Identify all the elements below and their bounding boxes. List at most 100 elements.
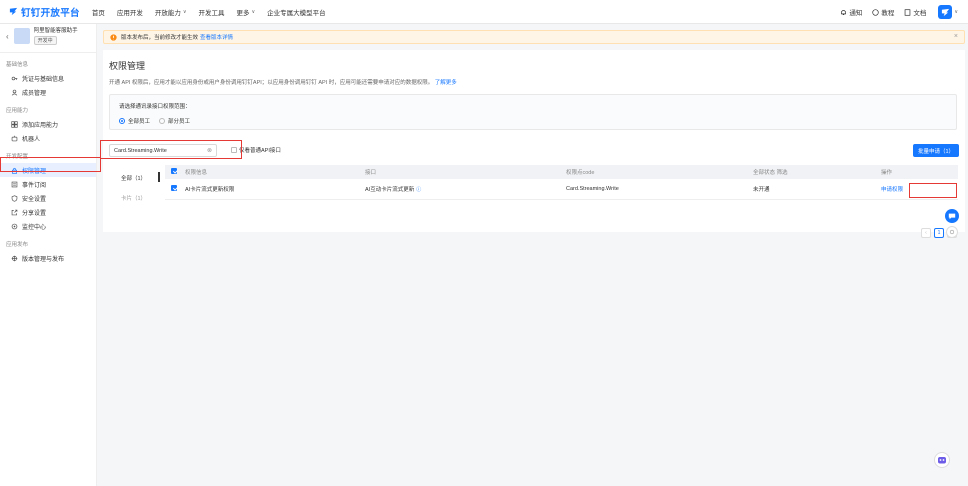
tutorial-button[interactable]: 教程 <box>872 7 894 17</box>
page-desc-text: 开通 API 权限后，应用才能以应用身份或用户身份调用钉钉API；以应用身份调用… <box>109 80 434 86</box>
docs-label: 文档 <box>913 10 927 17</box>
nav-open-capability[interactable]: 开放能力 ∨ <box>155 7 187 17</box>
nav-app-dev-label: 应用开发 <box>116 9 143 17</box>
learn-more-link[interactable]: 了解更多 <box>435 80 457 86</box>
select-all-checkbox[interactable] <box>171 168 177 174</box>
sidebar-item-robot[interactable]: 机器人 <box>0 131 96 145</box>
row-checkbox[interactable] <box>171 185 177 191</box>
sidebar-item-security[interactable]: 安全设置 <box>0 191 96 205</box>
nav-dev-tools-label: 开发工具 <box>198 9 225 17</box>
row-code: Card.Streaming.Write <box>566 186 619 192</box>
shield-icon <box>11 194 18 202</box>
nav-home-label: 首页 <box>91 9 105 17</box>
row-api: AI互动卡片流式更新 <box>365 187 415 193</box>
robot-icon <box>11 135 18 141</box>
row-checkbox-cell <box>165 185 185 193</box>
nav-more[interactable]: 更多 ∨ <box>236 7 255 17</box>
notice-link[interactable]: 查看版本详情 <box>200 33 233 41</box>
dingtalk-logo[interactable]: 钉钉开放平台 <box>9 5 80 19</box>
docs-button[interactable]: 文档 <box>904 7 926 17</box>
nav-more-label: 更多 <box>236 9 250 17</box>
sidebar-item-share[interactable]: 分享设置 <box>0 205 96 219</box>
share-icon <box>11 209 18 215</box>
batch-apply-button[interactable]: 批量申请（1） <box>912 144 959 157</box>
header-checkbox-cell <box>165 168 185 176</box>
nav-app-dev[interactable]: 应用开发 <box>117 7 143 17</box>
scope-label: 请选择通讯录接口权限范围： <box>119 104 191 110</box>
notice-text: 版本发布后，当前修改才能生效 <box>121 35 199 41</box>
user-icon <box>11 89 18 96</box>
page-description: 开通 API 权限后，应用才能以应用身份或用户身份调用钉钉API；以应用身份调用… <box>109 78 457 86</box>
scope-radio-group: 全部员工 部分员工 <box>119 117 199 125</box>
apply-permission-link[interactable]: 申请权限 <box>881 187 903 193</box>
header-op: 操作 <box>881 170 893 176</box>
permission-table: 权限信息 接口 权限点code 全部状态 筛选 操作 AI卡片流式更新权限 AI… <box>165 165 958 200</box>
app-card: ‹ 阿里智能客服助手 开发中 <box>0 24 96 48</box>
nav-home[interactable]: 首页 <box>92 7 105 17</box>
category-active-indicator <box>158 172 160 182</box>
close-icon[interactable]: × <box>954 33 958 40</box>
user-menu[interactable]: ∨ <box>938 5 958 19</box>
highlight-sidebar-permissions <box>0 157 101 172</box>
sidebar-item-label: 分享设置 <box>22 210 47 217</box>
nav-llm-platform[interactable]: 企业专属大模型平台 <box>267 7 326 17</box>
category-card[interactable]: 卡片（1） <box>109 188 159 208</box>
nav-llm-platform-label: 企业专属大模型平台 <box>267 9 326 17</box>
nav-dev-tools[interactable]: 开发工具 <box>198 7 224 17</box>
chevron-down-icon: ∨ <box>954 9 958 15</box>
sidebar-item-members[interactable]: 成员管理 <box>0 85 96 99</box>
tutorial-label: 教程 <box>881 10 895 17</box>
doc-icon <box>905 8 911 16</box>
page-title: 权限管理 <box>109 61 146 71</box>
header-code: 权限点code <box>566 170 595 176</box>
avatar <box>938 5 953 19</box>
chat-float-button[interactable] <box>945 209 959 223</box>
header-status-filter[interactable]: 全部状态 筛选 <box>753 168 881 176</box>
sidebar-item-label: 监控中心 <box>22 224 47 231</box>
sidebar-item-label: 成员管理 <box>22 90 47 97</box>
app-name: 阿里智能客服助手 <box>33 27 78 34</box>
info-icon[interactable]: ⓘ <box>416 187 421 193</box>
sidebar-item-credentials[interactable]: 凭证与基础信息 <box>0 71 96 85</box>
main-content: 版本发布后，当前修改才能生效 查看版本详情 × 权限管理 开通 API 权限后，… <box>103 30 965 238</box>
page-1-button[interactable]: 1 <box>934 228 944 238</box>
sidebar-item-label: 安全设置 <box>22 196 47 203</box>
feedback-float-button[interactable] <box>946 226 958 238</box>
event-icon <box>11 181 18 187</box>
sidebar-item-events[interactable]: 事件订阅 <box>0 177 96 191</box>
radio-all-employees[interactable] <box>119 118 125 124</box>
key-icon <box>11 76 18 80</box>
main-nav: 首页 应用开发 开放能力 ∨ 开发工具 更多 ∨ 企业专属大模型平台 <box>92 7 338 17</box>
radio-partial-employees-label[interactable]: 部分员工 <box>168 117 190 125</box>
back-arrow-icon[interactable]: ‹ <box>6 32 9 41</box>
sidebar-group-capability: 应用能力 <box>6 108 29 114</box>
version-icon <box>11 255 18 261</box>
chat-bubble-icon <box>948 213 956 220</box>
category-list: 全部（1） 卡片（1） <box>109 168 159 228</box>
sidebar-item-add-capability[interactable]: 添加应用能力 <box>0 117 96 131</box>
radio-partial-employees[interactable] <box>159 118 166 124</box>
monitor-icon <box>11 223 18 229</box>
ai-assistant-float-button[interactable] <box>934 452 950 468</box>
sidebar: ‹ 阿里智能客服助手 开发中 基础信息 凭证与基础信息 成员管理 应用能力 添加… <box>0 24 97 486</box>
sidebar-item-label: 添加应用能力 <box>22 122 59 129</box>
top-nav-bar: 钉钉开放平台 首页 应用开发 开放能力 ∨ 开发工具 更多 ∨ 企业专属大模型平台 … <box>0 0 968 24</box>
chevron-down-icon: ∨ <box>251 8 256 15</box>
prev-page-button[interactable]: ‹ <box>921 228 931 238</box>
sidebar-item-label: 版本管理与发布 <box>22 256 65 263</box>
row-api-cell: AI互动卡片流式更新 ⓘ <box>365 185 566 193</box>
feedback-icon <box>949 229 955 235</box>
highlight-search-input <box>100 140 242 159</box>
sidebar-item-monitor[interactable]: 监控中心 <box>0 219 96 233</box>
notify-button[interactable]: 通知 <box>840 7 862 17</box>
sidebar-item-versions[interactable]: 版本管理与发布 <box>0 251 96 265</box>
sidebar-item-label: 凭证与基础信息 <box>22 76 65 83</box>
app-icon <box>13 28 30 44</box>
sidebar-group-basic: 基础信息 <box>6 62 29 68</box>
dingtalk-logo-icon <box>9 7 18 16</box>
category-all[interactable]: 全部（1） <box>109 168 159 188</box>
sidebar-group-release: 应用发布 <box>6 242 29 248</box>
radio-all-employees-label[interactable]: 全部员工 <box>128 117 150 125</box>
table-row: AI卡片流式更新权限 AI互动卡片流式更新 ⓘ Card.Streaming.Wr… <box>165 179 958 200</box>
compass-icon <box>872 8 879 16</box>
